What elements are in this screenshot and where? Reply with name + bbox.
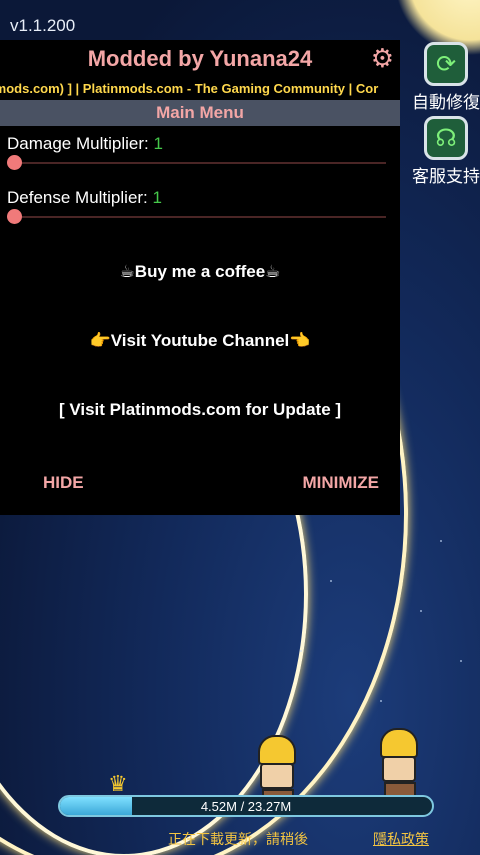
star xyxy=(380,700,382,702)
marquee-text: platinmods.com) ] | Platinmods.com - The… xyxy=(0,81,379,96)
star xyxy=(420,610,422,612)
damage-multiplier-slider: Damage Multiplier: 1 xyxy=(0,126,400,180)
platinmods-update-button[interactable]: [ Visit Platinmods.com for Update ] xyxy=(0,400,400,420)
slider-track[interactable] xyxy=(10,162,386,164)
star xyxy=(440,540,442,542)
gear-repair-icon: ⟳ xyxy=(424,42,468,86)
slider-thumb[interactable] xyxy=(7,155,22,170)
buy-coffee-button[interactable]: ☕Buy me a coffee☕ xyxy=(0,262,400,282)
youtube-channel-button[interactable]: 👉Visit Youtube Channel👈 xyxy=(0,331,400,351)
damage-multiplier-text: Damage Multiplier: xyxy=(7,134,154,153)
download-progress-text: 4.52M / 23.27M xyxy=(200,799,292,814)
section-title: Main Menu xyxy=(156,103,244,122)
star xyxy=(330,580,332,582)
mod-menu-panel: Modded by Yunana24 ⚙ platinmods.com) ] |… xyxy=(0,40,400,515)
version-label: v1.1.200 xyxy=(10,16,76,35)
hide-button[interactable]: HIDE xyxy=(43,473,84,493)
star xyxy=(300,650,302,652)
damage-multiplier-value: 1 xyxy=(153,134,163,153)
slider-thumb[interactable] xyxy=(7,209,22,224)
damage-multiplier-label: Damage Multiplier: 1 xyxy=(7,134,163,154)
download-status-text: 正在下載更新，請稍後 xyxy=(168,832,308,848)
section-header: Main Menu xyxy=(0,100,400,126)
king-character: ♛ xyxy=(108,772,128,797)
star xyxy=(460,660,462,662)
minimize-button[interactable]: MINIMIZE xyxy=(303,473,380,493)
customer-support-button[interactable]: ☊ 客服支持 xyxy=(412,116,480,187)
mod-menu-header: Modded by Yunana24 ⚙ xyxy=(0,40,400,78)
marquee-banner: platinmods.com) ] | Platinmods.com - The… xyxy=(0,78,400,100)
defense-multiplier-slider: Defense Multiplier: 1 xyxy=(0,180,400,234)
defense-multiplier-label: Defense Multiplier: 1 xyxy=(7,188,162,208)
customer-support-label: 客服支持 xyxy=(412,167,480,187)
defense-multiplier-text: Defense Multiplier: xyxy=(7,188,153,207)
settings-gear-icon[interactable]: ⚙ xyxy=(371,46,394,72)
privacy-policy-link[interactable]: 隱私政策 xyxy=(373,829,429,849)
headset-icon: ☊ xyxy=(424,116,468,160)
auto-repair-button[interactable]: ⟳ 自動修復 xyxy=(412,42,480,113)
slider-track[interactable] xyxy=(10,216,386,218)
crown-icon: ♛ xyxy=(108,772,128,797)
mod-menu-title: Modded by Yunana24 xyxy=(87,46,313,71)
auto-repair-label: 自動修復 xyxy=(412,93,480,113)
defense-multiplier-value: 1 xyxy=(152,188,162,207)
download-progress-bar: 4.52M / 23.27M xyxy=(58,795,434,817)
